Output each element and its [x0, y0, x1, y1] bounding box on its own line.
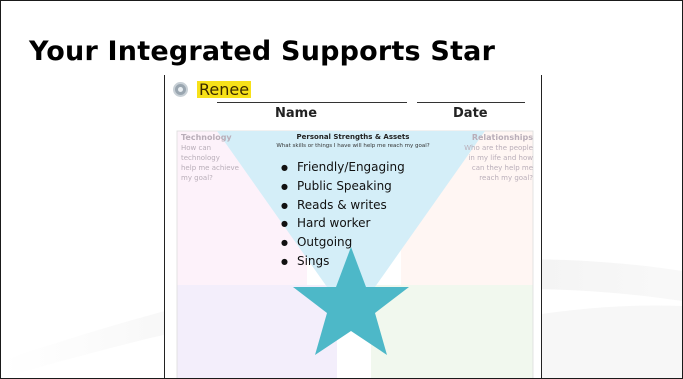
technology-line: my goal? — [181, 174, 213, 182]
name-underline — [217, 102, 407, 103]
date-label: Date — [453, 106, 488, 121]
strengths-list: Friendly/Engaging Public Speaking Reads … — [281, 159, 405, 272]
radio-disc-icon — [173, 82, 188, 97]
strengths-heading: Personal Strengths & Assets — [296, 133, 410, 141]
presentation-slide: Your Integrated Supports Star Renee Name… — [0, 0, 683, 379]
technology-line: technology — [181, 154, 220, 162]
strength-item: Hard worker — [281, 215, 405, 234]
name-label: Name — [275, 106, 318, 121]
relationships-title: Relationships — [471, 133, 533, 142]
relationships-line: Who are the people — [464, 144, 533, 152]
technology-line: How can — [181, 144, 212, 152]
slide-title: Your Integrated Supports Star — [29, 36, 496, 67]
relationships-line: reach my goal? — [479, 174, 533, 182]
relationships-line: in my life and how — [468, 154, 533, 162]
lower-right-panel — [371, 285, 533, 378]
technology-corner: Technology How can technology help me ac… — [181, 133, 239, 183]
date-underline — [417, 102, 525, 103]
support-star-worksheet: Renee Name Date Technology How can techn… — [164, 75, 542, 378]
strengths-subheading: What skills or things I have will help m… — [276, 143, 430, 149]
strength-item: Reads & writes — [281, 197, 405, 216]
student-name-badge: Renee — [173, 80, 252, 99]
technology-line: help me achieve — [181, 164, 239, 172]
strength-item: Friendly/Engaging — [281, 159, 405, 178]
technology-title: Technology — [181, 133, 232, 142]
strength-item: Public Speaking — [281, 178, 405, 197]
strength-item: Outgoing — [281, 234, 405, 253]
relationships-corner: Relationships Who are the people in my l… — [464, 133, 533, 183]
strength-item: Sings — [281, 253, 405, 272]
student-name: Renee — [197, 80, 252, 99]
relationships-line: can they help me — [471, 164, 533, 172]
